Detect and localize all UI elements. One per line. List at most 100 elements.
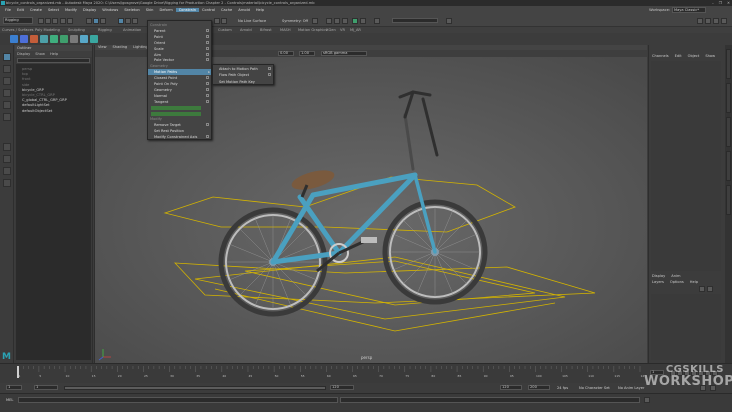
tool-settings-icon[interactable] [713,18,719,24]
menu-cache[interactable]: Cache [218,8,235,12]
undo-icon[interactable] [60,18,66,24]
option-box-icon[interactable] [206,34,209,38]
layer-tab-display[interactable]: Display [652,274,665,278]
option-box-icon[interactable] [268,67,271,70]
range-end-field[interactable]: 120 [500,385,522,390]
constrain-menu-rivet[interactable] [151,105,201,110]
option-box-icon[interactable] [206,123,209,127]
scale-tool-icon[interactable] [3,113,11,121]
option-box-icon[interactable] [206,76,209,80]
render-icon[interactable] [312,18,318,24]
render-settings-icon[interactable] [342,18,348,24]
shelf-tool-icon[interactable] [60,35,68,43]
single-view-icon[interactable] [3,143,11,151]
shelf-tab-mj-ar[interactable]: MJ_AR [350,27,361,33]
side-tab[interactable] [726,83,731,113]
current-time-marker[interactable] [17,366,19,378]
outliner-menu-show[interactable]: Show [35,51,45,57]
history-icon[interactable] [214,18,220,24]
time-ruler[interactable]: 1 5 10 15 20 25 30 35 40 45 50 55 60 65 70 75 80 85 90 95 10… [14,366,644,378]
snap-point-icon[interactable] [132,18,138,24]
menu-skeleton[interactable]: Skeleton [121,8,143,12]
option-box-icon[interactable] [268,73,271,77]
menu-create[interactable]: Create [27,8,45,12]
menu-control[interactable]: Control [199,8,218,12]
shelf-tool-icon[interactable] [70,35,78,43]
persp-outliner-icon[interactable] [3,167,11,175]
new-layer-selected-icon[interactable] [707,286,713,292]
select-tool-icon[interactable] [3,53,11,61]
range-end-outer-field[interactable]: 200 [528,385,550,390]
save-scene-icon[interactable] [52,18,58,24]
menu-skin[interactable]: Skin [143,8,157,12]
character-set-dropdown[interactable]: No Character Set [579,386,610,390]
option-box-icon[interactable] [206,40,209,44]
outliner-menu-help[interactable]: Help [50,51,58,57]
shelf-tab-xgen[interactable]: XGen [326,27,336,33]
range-start-field[interactable]: 1 [6,385,22,390]
channel-box-icon[interactable] [721,18,727,24]
option-box-icon[interactable] [206,58,209,62]
menu-windows[interactable]: Windows [99,8,121,12]
channel-box-tab-show[interactable]: Show [705,54,715,58]
option-box-icon[interactable] [206,135,209,139]
four-view-icon[interactable] [3,155,11,163]
new-layer-icon[interactable] [699,286,705,292]
layer-menu-options[interactable]: Options [670,280,684,284]
shelf-tab-mash[interactable]: MASH [280,27,291,33]
attribute-editor-icon[interactable] [705,18,711,24]
shelf-menu-icon[interactable] [446,18,452,24]
shelf-tool-icon[interactable] [50,35,58,43]
constrain-menu-modify-constrained-axis[interactable]: Modify Constrained Axis [148,134,211,140]
submenu-set-motion-path-key[interactable]: Set Motion Path Key [213,79,273,85]
menu-constrain[interactable]: Constrain [175,8,200,12]
workspace-dropdown[interactable]: Maya Classic* [672,7,706,13]
command-input[interactable] [18,397,338,403]
side-tab[interactable] [726,151,731,181]
side-tab[interactable] [726,49,731,79]
menu-display[interactable]: Display [80,8,99,12]
range-slider-bar[interactable] [64,386,326,390]
shelf-tool-icon[interactable] [20,35,28,43]
gamma-field[interactable]: 1.00 [299,51,315,56]
input-ops-icon[interactable] [221,18,227,24]
shelf-tab-custom[interactable]: Custom [218,27,232,33]
option-box-icon[interactable] [206,99,209,103]
constrain-menu-tangent[interactable]: Tangent [148,99,211,105]
option-box-icon[interactable] [206,52,209,56]
move-tool-icon[interactable] [3,89,11,97]
option-box-icon[interactable] [206,93,209,97]
redo-icon[interactable] [67,18,73,24]
shelf-tool-icon[interactable] [10,35,18,43]
hypershade-icon[interactable] [352,18,358,24]
color-space-dropdown[interactable]: sRGB gamma [321,51,367,56]
ipr-render-icon[interactable] [334,18,340,24]
side-tab[interactable] [726,185,731,215]
option-box-icon[interactable] [206,46,209,50]
menu-deform[interactable]: Deform [156,8,175,12]
open-scene-icon[interactable] [45,18,51,24]
outliner-search-field[interactable] [17,58,90,63]
menu-modify[interactable]: Modify [62,8,80,12]
menu-set-dropdown[interactable]: Rigging [3,17,33,24]
shelf-tool-icon[interactable] [30,35,38,43]
menu-edit[interactable]: Edit [14,8,27,12]
option-box-icon[interactable] [206,82,209,85]
side-tab[interactable] [726,117,731,147]
render-view-icon[interactable] [326,18,332,24]
outliner-item[interactable]: defaultObjectSet [22,109,52,114]
symmetry-label[interactable]: Symmetry: Off [282,19,308,23]
menu-help[interactable]: Help [253,8,267,12]
snap-curve-icon[interactable] [125,18,131,24]
modeling-toolkit-icon[interactable] [697,18,703,24]
select-component-icon[interactable] [100,18,106,24]
submenu-flow-path-object[interactable]: Flow Path Object [213,72,273,78]
menu-arnold[interactable]: Arnold [235,8,253,12]
shelf-tool-icon[interactable] [80,35,88,43]
shelf-tab-vr[interactable]: VR [340,27,345,33]
quick-select-field[interactable] [392,18,438,23]
snap-grid-icon[interactable] [118,18,124,24]
option-box-icon[interactable] [206,28,209,32]
shelf-tab-arnold[interactable]: Arnold [240,27,252,33]
layer-menu-help[interactable]: Help [690,280,698,284]
